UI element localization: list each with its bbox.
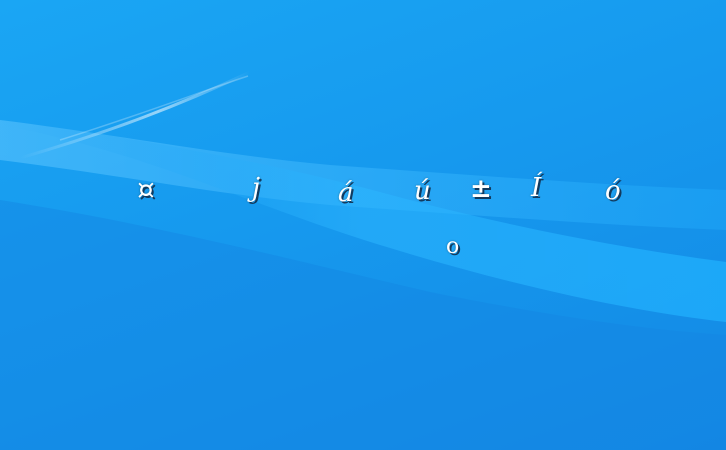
- glyph-currency: ¤: [137, 173, 155, 206]
- desktop-screen: ¤ j á ú ± Í ó o: [0, 0, 726, 450]
- desktop-glyphs: ¤ j á ú ± Í ó o: [0, 0, 726, 450]
- glyph-o-acute: ó: [605, 176, 621, 206]
- glyph-o: o: [446, 234, 460, 259]
- glyph-j: j: [252, 173, 261, 203]
- glyph-i-acute: Í: [531, 173, 542, 203]
- glyph-u-acute: ú: [414, 176, 431, 206]
- glyph-a-acute: á: [338, 178, 354, 208]
- glyph-plus-minus: ±: [470, 174, 492, 204]
